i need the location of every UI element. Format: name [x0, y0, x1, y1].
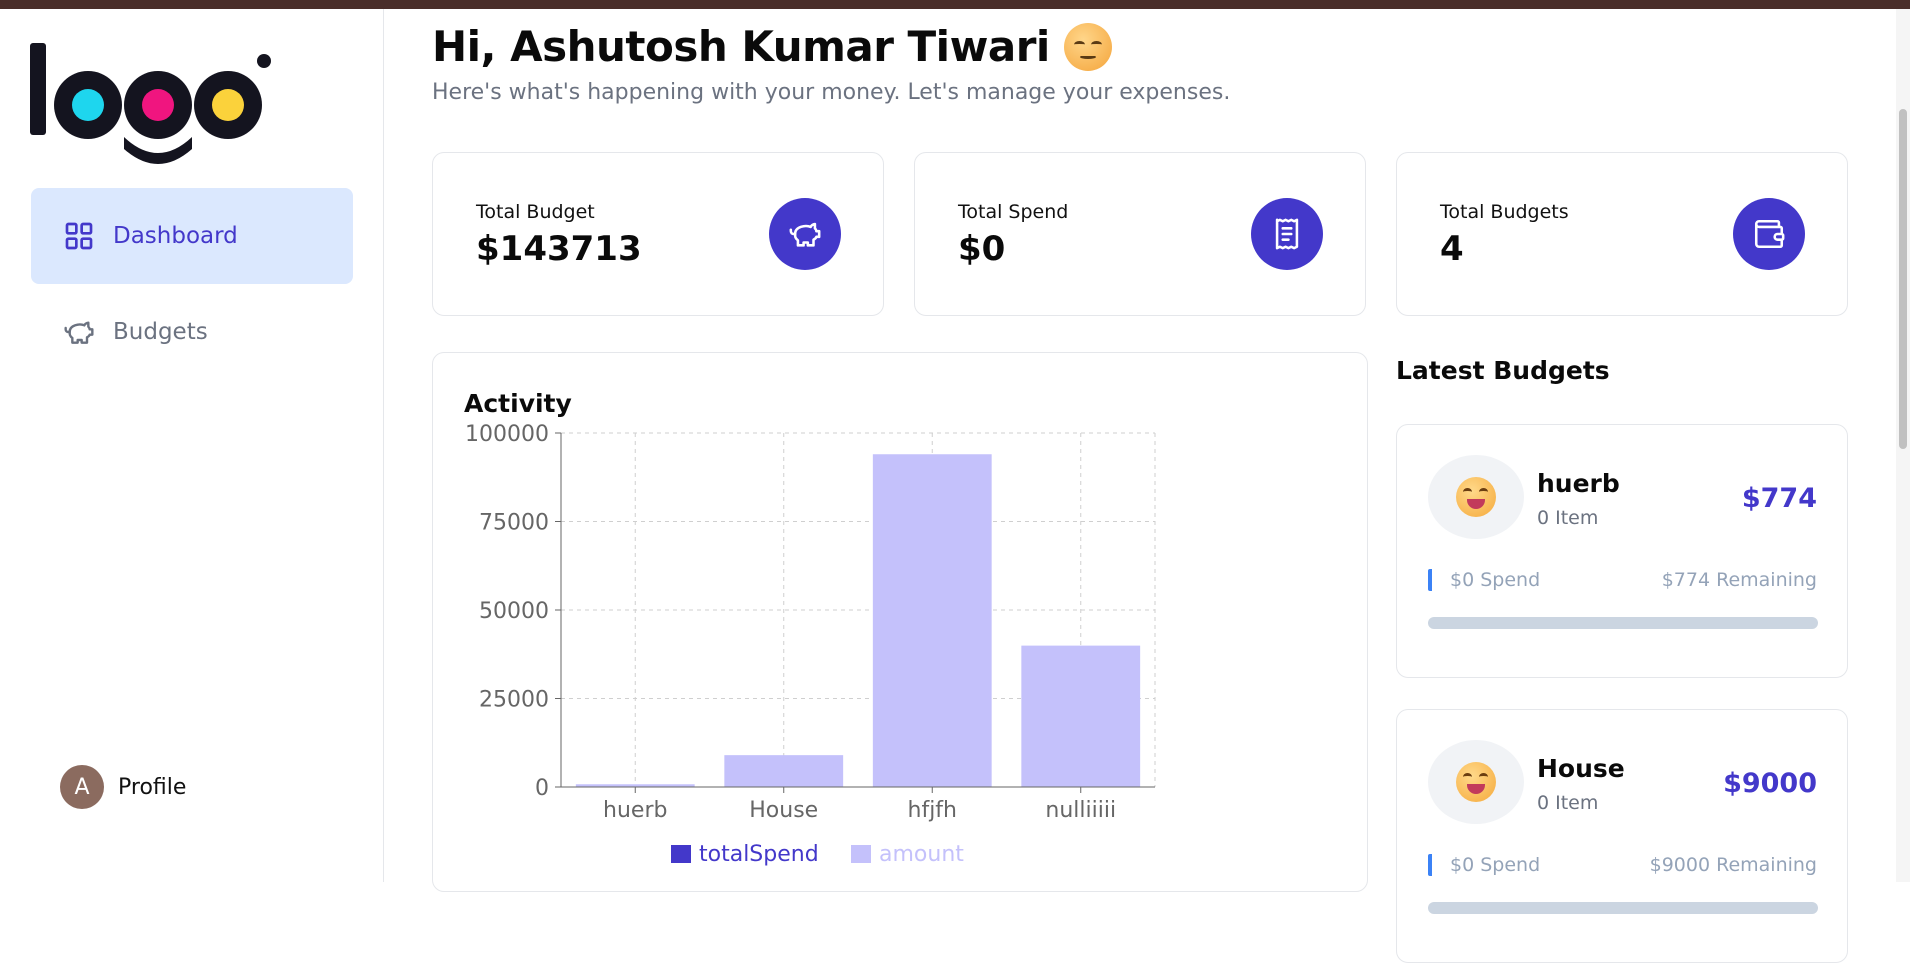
- stat-icon-circle: [1251, 198, 1323, 270]
- budget-name: House: [1537, 754, 1625, 783]
- activity-card: Activity 0 25000 50000 75000 100000 huerb Hous…: [432, 352, 1368, 892]
- latest-budgets-title: Latest Budgets: [1396, 356, 1610, 385]
- budget-item-count: 0 Item: [1537, 792, 1599, 814]
- budget-card[interactable]: House 0 Item $9000 $0 Spend $9000 Remain…: [1396, 709, 1848, 963]
- bar-amount: [724, 755, 844, 787]
- budget-remaining: $9000 Remaining: [1649, 854, 1817, 876]
- y-tick-label: 0: [535, 776, 549, 801]
- x-tick-label: House: [749, 798, 818, 823]
- page-scrollbar[interactable]: [1896, 9, 1910, 882]
- budget-spend: $0 Spend: [1428, 569, 1540, 591]
- app-logo: [30, 43, 271, 164]
- stat-card-total-budgets: Total Budgets 4: [1396, 152, 1848, 316]
- budget-card[interactable]: huerb 0 Item $774 $0 Spend $774 Remainin…: [1396, 424, 1848, 678]
- y-tick-label: 50000: [479, 599, 549, 624]
- budget-name: huerb: [1537, 469, 1620, 498]
- legend-label: amount: [879, 842, 964, 867]
- sidebar-item-dashboard[interactable]: Dashboard: [31, 188, 353, 284]
- stat-label: Total Budgets: [1440, 201, 1569, 223]
- budget-spend: $0 Spend: [1428, 854, 1540, 876]
- greeting-text: Hi, Ashutosh Kumar Tiwari: [432, 22, 1050, 71]
- x-tick-label: hfjfh: [908, 798, 958, 823]
- stat-card-total-spend: Total Spend $0: [914, 152, 1366, 316]
- activity-bar-chart: 0 25000 50000 75000 100000 huerb House hfjfh nul…: [465, 422, 1156, 867]
- budget-progress-bar: [1428, 617, 1818, 629]
- stat-icon-circle: [769, 198, 841, 270]
- legend-label: totalSpend: [699, 842, 819, 867]
- stat-value: $143713: [476, 229, 642, 269]
- relieved-face-icon: [1063, 22, 1112, 71]
- y-tick-label: 25000: [479, 688, 549, 713]
- browser-top-edge: [0, 0, 1910, 9]
- dashboard-grid-icon: [65, 222, 93, 250]
- y-tick-label: 75000: [479, 511, 549, 536]
- scrollbar-thumb[interactable]: [1899, 109, 1907, 449]
- stat-value: $0: [958, 229, 1006, 269]
- page-title: Hi, Ashutosh Kumar Tiwari: [432, 22, 1112, 71]
- y-tick-label: 100000: [465, 422, 549, 447]
- legend-swatch: [851, 845, 871, 863]
- budget-progress-bar: [1428, 902, 1818, 914]
- stat-label: Total Budget: [476, 201, 595, 223]
- budget-amount: $774: [1741, 483, 1817, 514]
- stat-value: 4: [1440, 229, 1464, 269]
- wallet-icon: [1754, 219, 1785, 249]
- stat-card-total-budget: Total Budget $143713: [432, 152, 884, 316]
- sidebar-item-budgets[interactable]: Budgets: [31, 284, 353, 380]
- profile-label: Profile: [118, 774, 187, 800]
- budget-emoji-wrap: [1428, 455, 1524, 539]
- sidebar-item-label: Dashboard: [113, 223, 238, 249]
- stat-icon-circle: [1733, 198, 1805, 270]
- receipt-icon: [1275, 218, 1299, 250]
- x-tick-label: huerb: [603, 798, 667, 823]
- budget-remaining: $774 Remaining: [1661, 569, 1817, 591]
- x-tick-label: nulliiiii: [1045, 798, 1116, 823]
- piggy-bank-icon: [789, 222, 821, 247]
- avatar: A: [60, 765, 104, 809]
- legend-swatch: [671, 845, 691, 863]
- bar-amount: [872, 454, 992, 787]
- profile-button[interactable]: A Profile: [60, 765, 186, 809]
- grinning-face-icon: [1456, 762, 1496, 802]
- bar-amount: [1021, 645, 1141, 787]
- stat-label: Total Spend: [958, 201, 1069, 223]
- sidebar: Dashboard Budgets A Profile: [0, 9, 384, 882]
- grinning-face-icon: [1456, 477, 1496, 517]
- piggy-bank-icon: [64, 321, 94, 344]
- budget-item-count: 0 Item: [1537, 507, 1599, 529]
- sidebar-item-label: Budgets: [113, 319, 208, 345]
- budget-emoji-wrap: [1428, 740, 1524, 824]
- page-subtitle: Here's what's happening with your money.…: [432, 80, 1231, 105]
- budget-amount: $9000: [1723, 768, 1817, 799]
